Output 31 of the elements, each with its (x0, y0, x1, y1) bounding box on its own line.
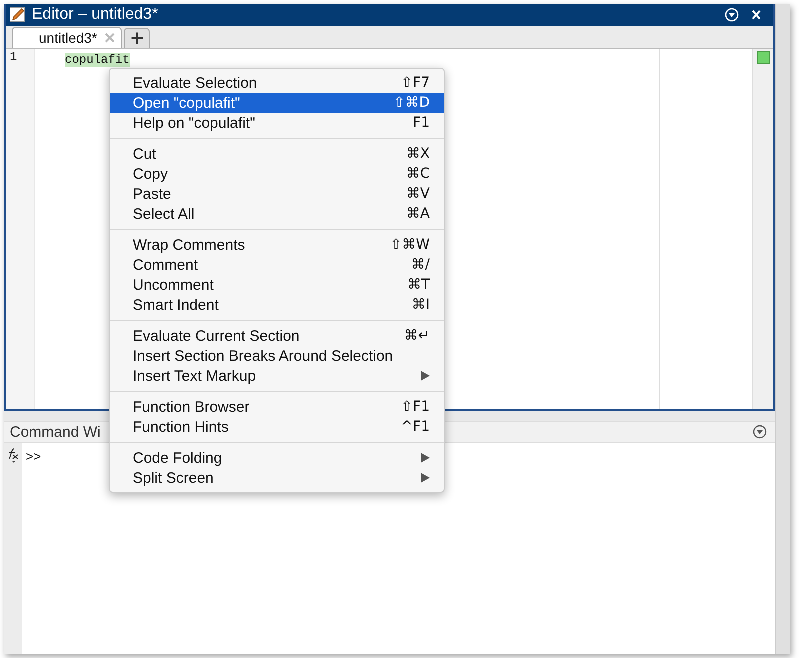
menu-item[interactable]: Evaluate Selection ⇧F7 (110, 73, 444, 93)
pencil-icon (10, 7, 26, 23)
menu-item[interactable]: Function Hints ^F1 (110, 417, 444, 437)
line-number: 1 (9, 50, 18, 64)
menu-item[interactable]: Insert Text Markup (110, 366, 444, 386)
menu-item[interactable]: Wrap Comments ⇧⌘W (110, 235, 444, 255)
window-title: Editor – untitled3* (32, 6, 160, 24)
code-text: copulafit (65, 53, 130, 67)
command-prompt: >> (26, 449, 42, 464)
dropdown-icon[interactable] (753, 425, 767, 439)
menu-item[interactable]: Open "copulafit" ⇧⌘D (110, 93, 444, 113)
menu-item[interactable]: Cut ⌘X (110, 144, 444, 164)
editor-tab[interactable]: untitled3* (12, 27, 122, 48)
menu-item[interactable]: Copy ⌘C (110, 164, 444, 184)
menu-item[interactable]: Uncomment ⌘T (110, 275, 444, 295)
menu-item[interactable]: Insert Section Breaks Around Selection (110, 346, 444, 366)
add-tab-button[interactable]: + (124, 28, 150, 48)
panel-title: Command Wi (10, 424, 101, 440)
submenu-arrow-icon (421, 371, 430, 381)
menu-item[interactable]: Code Folding (110, 448, 444, 468)
menu-item[interactable]: Function Browser ⇧F1 (110, 397, 444, 417)
menu-item[interactable]: Select All ⌘A (110, 204, 444, 224)
menu-item[interactable]: Help on "copulafit" F1 (110, 113, 444, 133)
menu-item[interactable]: Split Screen (110, 468, 444, 488)
function-icon[interactable] (6, 447, 20, 463)
tab-label: untitled3* (39, 30, 98, 46)
menu-item[interactable]: Evaluate Current Section ⌘↵ (110, 326, 444, 346)
status-indicator-icon (756, 51, 770, 64)
menu-item[interactable]: Comment ⌘/ (110, 255, 444, 275)
menu-item[interactable]: Paste ⌘V (110, 184, 444, 204)
menu-item[interactable]: Smart Indent ⌘I (110, 295, 444, 315)
